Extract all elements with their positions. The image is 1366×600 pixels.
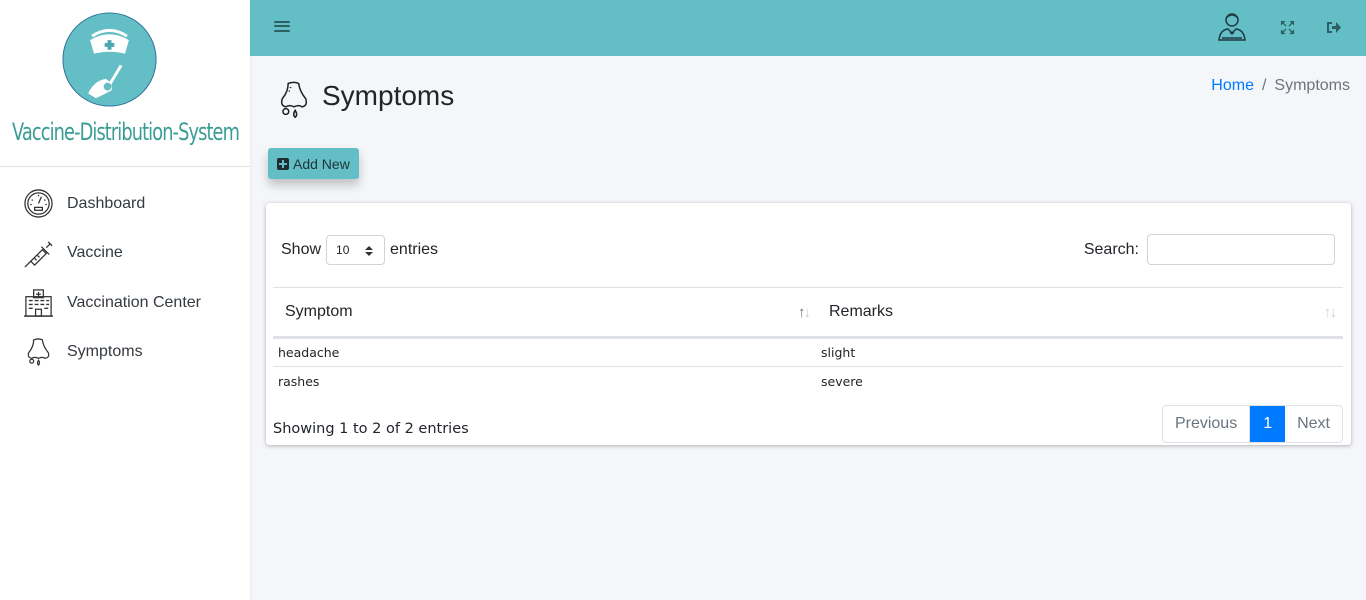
- brand[interactable]: Vaccine-Distribution-System: [0, 0, 250, 167]
- sidebar-item-vaccine[interactable]: Vaccine: [0, 229, 250, 279]
- pagination-next[interactable]: Next: [1285, 406, 1342, 442]
- sidebar-item-label: Vaccination Center: [67, 293, 201, 311]
- cell-remarks: slight: [817, 337, 1343, 367]
- entries-label: entries: [390, 241, 439, 258]
- sidebar-nav: Dashboard Vaccine Vaccination Center Sym…: [0, 167, 250, 377]
- table-row: headache slight: [273, 337, 1343, 367]
- sidebar-item-label: Symptoms: [67, 343, 143, 361]
- cell-symptom: headache: [273, 337, 817, 367]
- hospital-icon: [23, 289, 54, 317]
- breadcrumb-current: Symptoms: [1274, 77, 1350, 94]
- nurse-logo-icon: [62, 12, 157, 107]
- sidebar-item-symptoms[interactable]: Symptoms: [0, 328, 250, 378]
- table-header-row: Symptom ↑↓ Remarks ↑↓: [273, 287, 1343, 339]
- pagination-previous[interactable]: Previous: [1163, 406, 1251, 442]
- search-label: Search:: [1083, 240, 1139, 258]
- table-info: Showing 1 to 2 of 2 entries: [273, 421, 469, 437]
- entries-length-value: 10: [336, 243, 350, 257]
- sidebar-item-dashboard[interactable]: Dashboard: [0, 179, 250, 229]
- pagination: Previous 1 Next: [1161, 405, 1343, 443]
- doctor-avatar-icon[interactable]: [1216, 10, 1248, 42]
- sort-icon: ↑↓: [798, 304, 811, 321]
- column-header-label: Remarks: [829, 303, 894, 320]
- symptoms-table: Symptom ↑↓ Remarks ↑↓ headache slight ra…: [273, 287, 1343, 396]
- breadcrumb-separator: /: [1261, 77, 1267, 94]
- show-label: Show: [281, 241, 322, 258]
- brand-name: Vaccine-Distribution-System: [12, 118, 240, 146]
- entries-length-control: Show 10 entries: [281, 235, 438, 265]
- column-header-remarks[interactable]: Remarks ↑↓: [817, 287, 1343, 339]
- entries-length-select[interactable]: 10: [326, 235, 386, 265]
- plus-square-icon: [277, 157, 289, 170]
- nose-icon: [280, 81, 308, 119]
- select-arrows-icon: [365, 246, 374, 256]
- add-new-label: Add New: [293, 155, 350, 172]
- sidebar-item-label: Vaccine: [67, 244, 123, 262]
- cell-symptom: rashes: [278, 373, 320, 389]
- breadcrumb: Home / Symptoms: [1211, 77, 1350, 95]
- search-input[interactable]: [1147, 234, 1335, 265]
- sign-out-icon[interactable]: [1326, 20, 1342, 35]
- symptoms-table-card: Show 10 entries Search: Symptom ↑↓ Remar…: [266, 203, 1351, 445]
- cell-remarks: severe: [821, 373, 863, 389]
- page-title: Symptoms: [322, 80, 455, 111]
- column-header-label: Symptom: [285, 303, 353, 320]
- breadcrumb-home-link[interactable]: Home: [1211, 77, 1254, 95]
- add-new-button[interactable]: Add New: [268, 148, 359, 179]
- column-header-symptom[interactable]: Symptom ↑↓: [273, 287, 817, 339]
- expand-icon[interactable]: [1280, 20, 1295, 35]
- sort-icon: ↑↓: [1324, 304, 1337, 321]
- sidebar: Vaccine-Distribution-System Dashboard Va…: [0, 0, 250, 600]
- speedometer-icon: [24, 189, 53, 218]
- syringe-icon: [24, 241, 53, 268]
- nose-icon: [27, 338, 50, 366]
- top-navbar: [250, 0, 1366, 56]
- sidebar-item-vaccination-center[interactable]: Vaccination Center: [0, 278, 250, 328]
- hamburger-icon[interactable]: [274, 18, 290, 36]
- search-control: Search:: [1084, 234, 1335, 265]
- table-row: rashes severe: [273, 367, 1343, 396]
- pagination-page-1[interactable]: 1: [1250, 406, 1286, 442]
- sidebar-item-label: Dashboard: [67, 194, 146, 212]
